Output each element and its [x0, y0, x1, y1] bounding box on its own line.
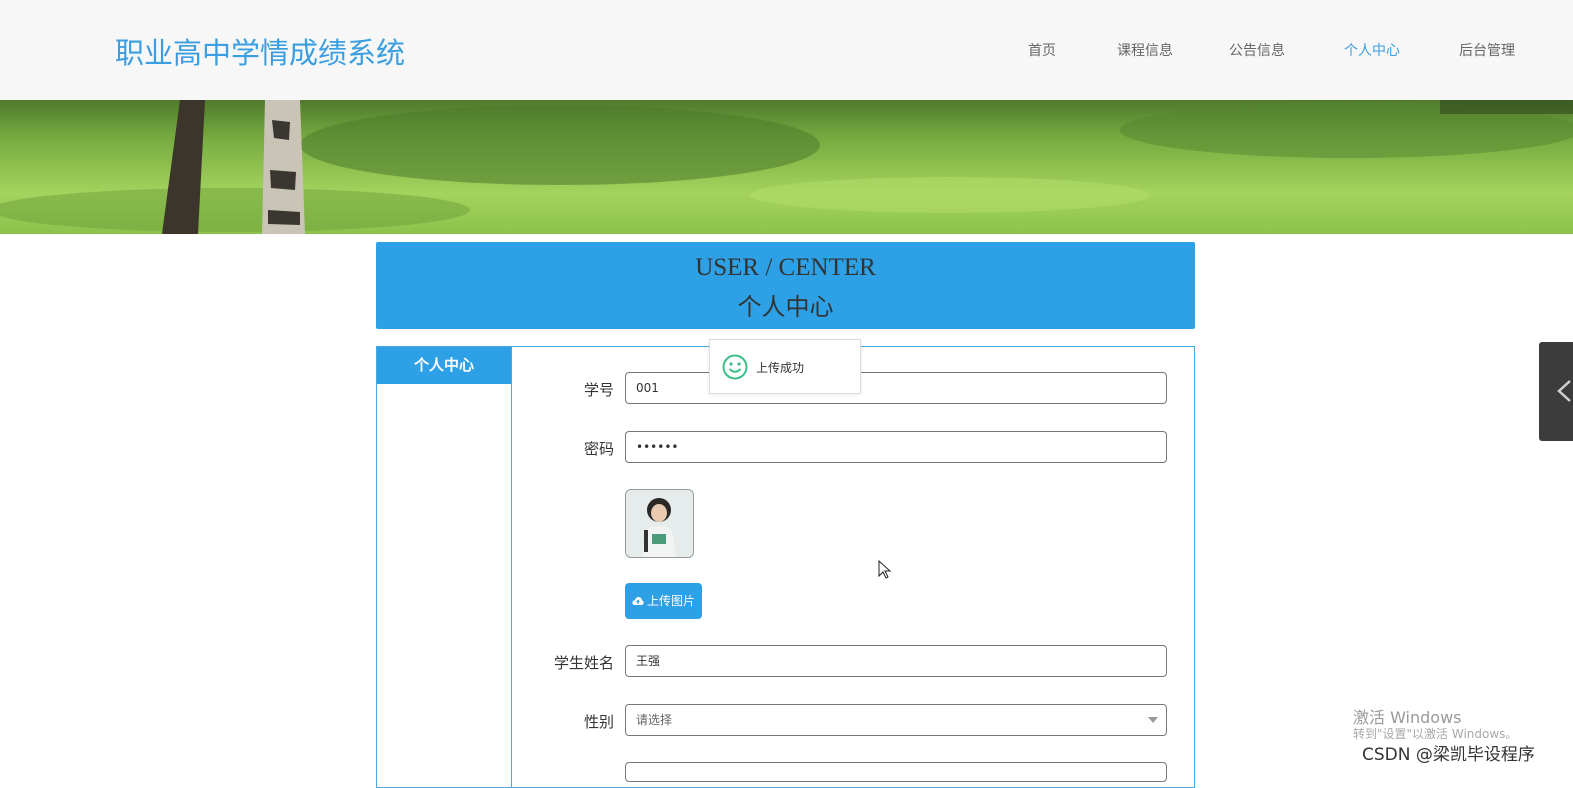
site-header: 职业高中学情成绩系统 首页 课程信息 公告信息 个人中心 后台管理	[0, 0, 1573, 100]
nav-item-notices[interactable]: 公告信息	[1229, 40, 1285, 60]
nav-item-user-center[interactable]: 个人中心	[1344, 40, 1400, 60]
chevron-down-icon	[1148, 717, 1158, 723]
gender-label: 性别	[583, 713, 614, 731]
csdn-credit: CSDN @梁凯毕设程序	[1362, 745, 1535, 765]
nav-item-admin[interactable]: 后台管理	[1459, 40, 1515, 60]
student-name-input[interactable]: 王强	[625, 645, 1167, 677]
avatar-image	[625, 489, 694, 558]
nav-item-home[interactable]: 首页	[1028, 40, 1056, 60]
upload-success-toast: 上传成功	[709, 339, 861, 394]
student-id-label: 学号	[583, 381, 614, 399]
upload-image-button[interactable]: 上传图片	[625, 583, 702, 619]
chevron-left-icon	[1557, 380, 1571, 402]
section-title-block: USER / CENTER 个人中心	[376, 242, 1195, 329]
smile-icon	[722, 354, 748, 385]
section-title-en: USER / CENTER	[695, 254, 876, 281]
upload-button-label: 上传图片	[646, 594, 695, 608]
section-title-cn: 个人中心	[737, 293, 834, 321]
password-input[interactable]: ••••••	[625, 431, 1167, 463]
password-label: 密码	[583, 440, 614, 458]
gender-placeholder: 请选择	[636, 713, 673, 727]
user-sidebar: 个人中心	[377, 347, 512, 787]
sidebar-item-user-center[interactable]: 个人中心	[377, 347, 511, 384]
gender-select[interactable]: 请选择	[625, 704, 1167, 736]
side-panel-toggle[interactable]	[1539, 342, 1573, 441]
nav-item-courses[interactable]: 课程信息	[1117, 40, 1173, 60]
mouse-cursor-icon	[878, 559, 892, 585]
toast-message: 上传成功	[756, 361, 805, 375]
student-name-label: 学生姓名	[553, 654, 614, 672]
next-field-input[interactable]	[625, 762, 1167, 782]
cloud-upload-icon	[632, 584, 644, 620]
student-id-input[interactable]: 001	[625, 372, 1167, 404]
hero-banner	[0, 100, 1573, 234]
main-nav: 首页 课程信息 公告信息 个人中心 后台管理	[0, 40, 1573, 60]
